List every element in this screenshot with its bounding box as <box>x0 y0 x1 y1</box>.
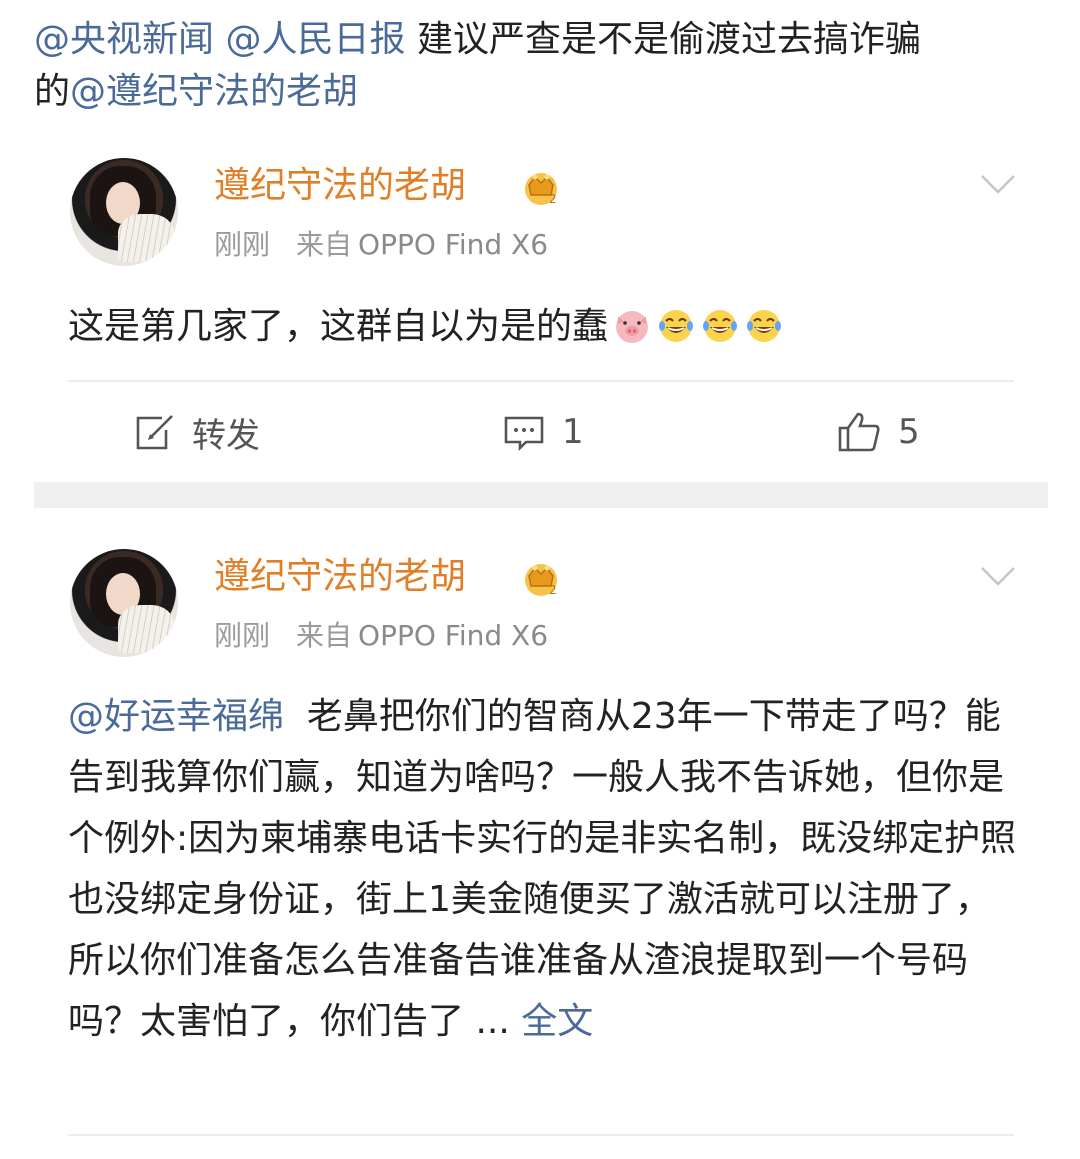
divider <box>68 380 1014 382</box>
like-count: 5 <box>898 412 920 452</box>
avatar[interactable] <box>70 549 178 657</box>
thumbs-up-icon <box>838 412 880 452</box>
laughing-tears-emoji <box>703 310 738 342</box>
full-text-link[interactable]: 全文 <box>521 1001 593 1042</box>
svg-text:2: 2 <box>549 583 557 597</box>
repost-button[interactable]: 转发 <box>132 402 260 462</box>
laughing-tears-emoji <box>747 310 782 342</box>
post-header-text: @央视新闻 @人民日报 建议严查是不是偷渡过去搞诈骗 的@遵纪守法的老胡 <box>34 14 1044 118</box>
mention-user[interactable]: @遵纪守法的老胡 <box>70 71 358 112</box>
section-separator <box>34 482 1048 508</box>
mention-peoples-daily[interactable]: @人民日报 <box>225 19 405 60</box>
post-meta: 刚刚 来自 OPPO Find X6 <box>214 618 548 654</box>
crown-icon: 2 <box>525 173 557 206</box>
device-name: OPPO Find X6 <box>358 228 549 261</box>
action-bar: 转发 1 5 <box>0 402 1080 462</box>
source-label: 来自 <box>296 228 353 261</box>
comment-body: 这是第几家了，这群自以为是的蠢 <box>68 306 609 347</box>
svg-text:2: 2 <box>549 192 557 206</box>
post-time: 刚刚 <box>214 619 271 652</box>
pig-face-emoji <box>616 311 649 343</box>
post-meta: 刚刚 来自 OPPO Find X6 <box>214 227 548 263</box>
source-label: 来自 <box>296 619 353 652</box>
comment-text: @好运幸福绵 老鼻把你们的智商从23年一下带走了吗？能告到我算你们赢，知道为啥吗… <box>68 686 1018 1052</box>
header-text: 建议严查是不是偷渡过去搞诈骗 <box>416 19 921 60</box>
username[interactable]: 遵纪守法的老胡 <box>214 554 466 600</box>
laughing-tears-emoji <box>659 310 694 342</box>
chevron-down-icon[interactable] <box>978 172 1018 196</box>
post-time: 刚刚 <box>214 228 271 261</box>
repost-label: 转发 <box>192 415 260 456</box>
comment-body: 老鼻把你们的智商从23年一下带走了吗？能告到我算你们赢，知道为啥吗？一般人我不告… <box>68 696 1017 1042</box>
device-name: OPPO Find X6 <box>358 619 549 652</box>
repost-icon <box>136 415 173 450</box>
comment-count: 1 <box>562 412 584 452</box>
username[interactable]: 遵纪守法的老胡 <box>214 163 466 209</box>
comment-text: 这是第几家了，这群自以为是的蠢 <box>68 296 1018 357</box>
like-button[interactable]: 5 <box>836 402 920 462</box>
mention-user[interactable]: @好运幸福绵 <box>68 696 284 737</box>
avatar[interactable] <box>70 158 178 266</box>
divider <box>68 1134 1014 1136</box>
chevron-down-icon[interactable] <box>978 564 1018 588</box>
crown-icon: 2 <box>525 564 557 597</box>
mention-cctv-news[interactable]: @央视新闻 <box>34 19 214 60</box>
comment-icon <box>504 416 544 452</box>
comment-button[interactable]: 1 <box>502 402 584 462</box>
ellipsis: ... <box>475 1001 510 1042</box>
header-text-2: 的 <box>34 71 71 112</box>
